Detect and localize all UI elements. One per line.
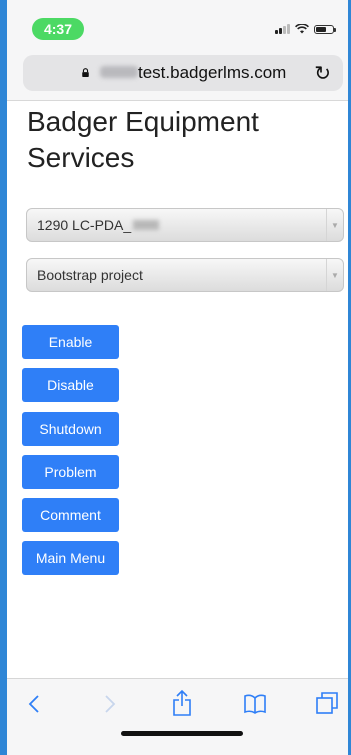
home-indicator (121, 731, 243, 736)
wifi-icon (295, 24, 309, 34)
select-arrow-icon: ▼ (326, 259, 343, 291)
browser-toolbar (7, 678, 348, 755)
phone-screen: 4:37 test.badgerlms.com ↻ Badger Equipme… (7, 0, 348, 755)
equipment-select-value: 1290 LC-PDA_ (37, 217, 132, 233)
address-bar[interactable]: test.badgerlms.com ↻ (23, 55, 343, 91)
disable-button[interactable]: Disable (22, 368, 119, 402)
bookmarks-icon[interactable] (243, 693, 267, 715)
project-select-value: Bootstrap project (37, 267, 143, 283)
enable-button[interactable]: Enable (22, 325, 119, 359)
status-icons (275, 24, 336, 34)
comment-button[interactable]: Comment (22, 498, 119, 532)
cellular-signal-icon (275, 24, 290, 34)
browser-address-area: test.badgerlms.com ↻ (7, 44, 348, 101)
page-title: Badger Equipment Services (27, 106, 259, 173)
forward-icon[interactable] (103, 693, 117, 715)
battery-icon (314, 25, 336, 34)
share-icon[interactable] (172, 689, 192, 717)
tabs-icon[interactable] (315, 691, 339, 715)
select-arrow-icon: ▼ (326, 209, 343, 241)
redacted-equipment-id (133, 220, 160, 230)
project-select[interactable]: Bootstrap project ▼ (26, 258, 344, 292)
problem-button[interactable]: Problem (22, 455, 119, 489)
lock-icon (82, 68, 89, 77)
main-menu-button[interactable]: Main Menu (22, 541, 119, 575)
url-text: test.badgerlms.com (138, 63, 287, 82)
status-time: 4:37 (32, 18, 84, 40)
shutdown-button[interactable]: Shutdown (22, 412, 119, 446)
reload-icon[interactable]: ↻ (314, 61, 331, 86)
back-icon[interactable] (27, 693, 41, 715)
status-bar: 4:37 (7, 0, 348, 44)
redacted-subdomain (100, 66, 138, 78)
equipment-select[interactable]: 1290 LC-PDA_ ▼ (26, 208, 344, 242)
